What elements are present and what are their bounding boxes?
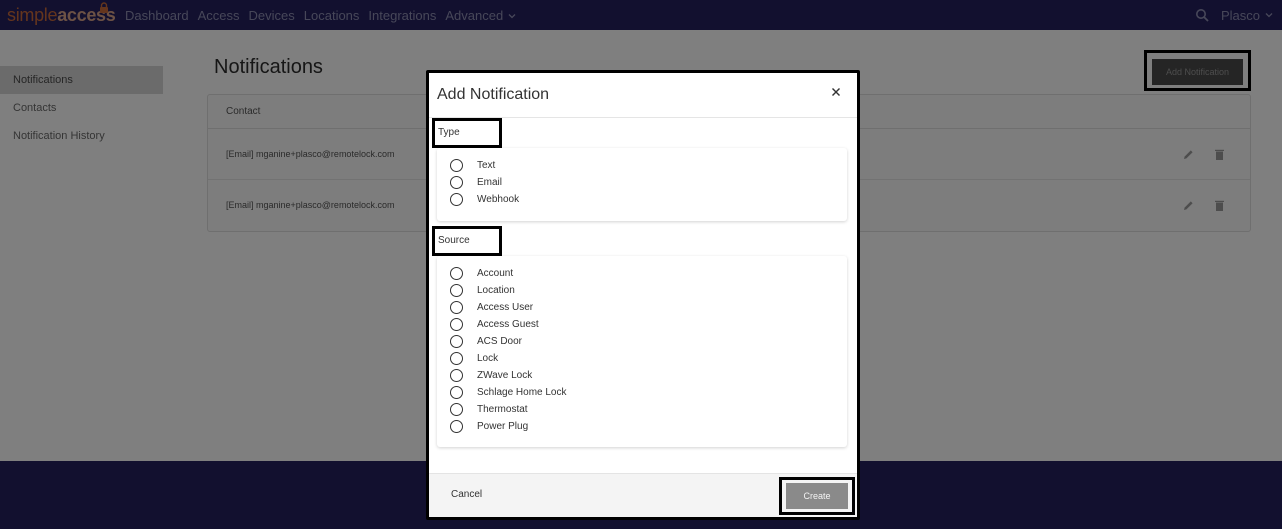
radio-label: Power Plug (477, 421, 529, 432)
type-option-email[interactable]: Email (437, 174, 847, 191)
radio-button[interactable] (450, 159, 463, 172)
radio-button[interactable] (450, 369, 463, 382)
radio-button[interactable] (450, 176, 463, 189)
source-option-access-user[interactable]: Access User (437, 299, 847, 316)
modal-title: Add Notification (437, 86, 550, 103)
source-option-power-plug[interactable]: Power Plug (437, 418, 847, 435)
source-option-thermostat[interactable]: Thermostat (437, 401, 847, 418)
source-radio-group: Account Location Access User Access Gues… (437, 256, 847, 447)
source-option-access-guest[interactable]: Access Guest (437, 316, 847, 333)
modal-header: Add Notification (429, 73, 857, 118)
close-icon[interactable] (829, 85, 843, 99)
radio-label: Location (477, 285, 515, 296)
modal-footer: Cancel Create (429, 473, 857, 517)
radio-button[interactable] (450, 318, 463, 331)
create-button[interactable]: Create (786, 483, 848, 509)
radio-label: Email (477, 177, 503, 188)
cancel-button[interactable]: Cancel (451, 489, 482, 500)
radio-button[interactable] (450, 386, 463, 399)
source-option-lock[interactable]: Lock (437, 350, 847, 367)
source-section-label: Source (432, 226, 502, 256)
radio-button[interactable] (450, 420, 463, 433)
radio-button[interactable] (450, 267, 463, 280)
radio-label: Thermostat (477, 404, 528, 415)
radio-label: ACS Door (477, 336, 523, 347)
type-radio-group: Text Email Webhook (437, 148, 847, 221)
create-button-highlight: Create (779, 477, 855, 515)
radio-label: Access User (477, 302, 534, 313)
source-option-zwave-lock[interactable]: ZWave Lock (437, 367, 847, 384)
radio-label: Schlage Home Lock (477, 387, 567, 398)
type-option-webhook[interactable]: Webhook (437, 191, 847, 208)
radio-button[interactable] (450, 352, 463, 365)
type-section-label: Type (432, 118, 502, 148)
radio-button[interactable] (450, 335, 463, 348)
radio-label: ZWave Lock (477, 370, 533, 381)
radio-button[interactable] (450, 403, 463, 416)
type-option-text[interactable]: Text (437, 157, 847, 174)
source-option-location[interactable]: Location (437, 282, 847, 299)
radio-button[interactable] (450, 193, 463, 206)
source-option-schlage-home-lock[interactable]: Schlage Home Lock (437, 384, 847, 401)
source-option-acs-door[interactable]: ACS Door (437, 333, 847, 350)
source-option-account[interactable]: Account (437, 265, 847, 282)
radio-button[interactable] (450, 284, 463, 297)
radio-label: Access Guest (477, 319, 539, 330)
radio-label: Lock (477, 353, 499, 364)
radio-button[interactable] (450, 301, 463, 314)
radio-label: Account (477, 268, 514, 279)
add-notification-modal: Add Notification Type Text Email Webhook… (426, 70, 860, 520)
radio-label: Webhook (477, 194, 520, 205)
radio-label: Text (477, 160, 496, 171)
